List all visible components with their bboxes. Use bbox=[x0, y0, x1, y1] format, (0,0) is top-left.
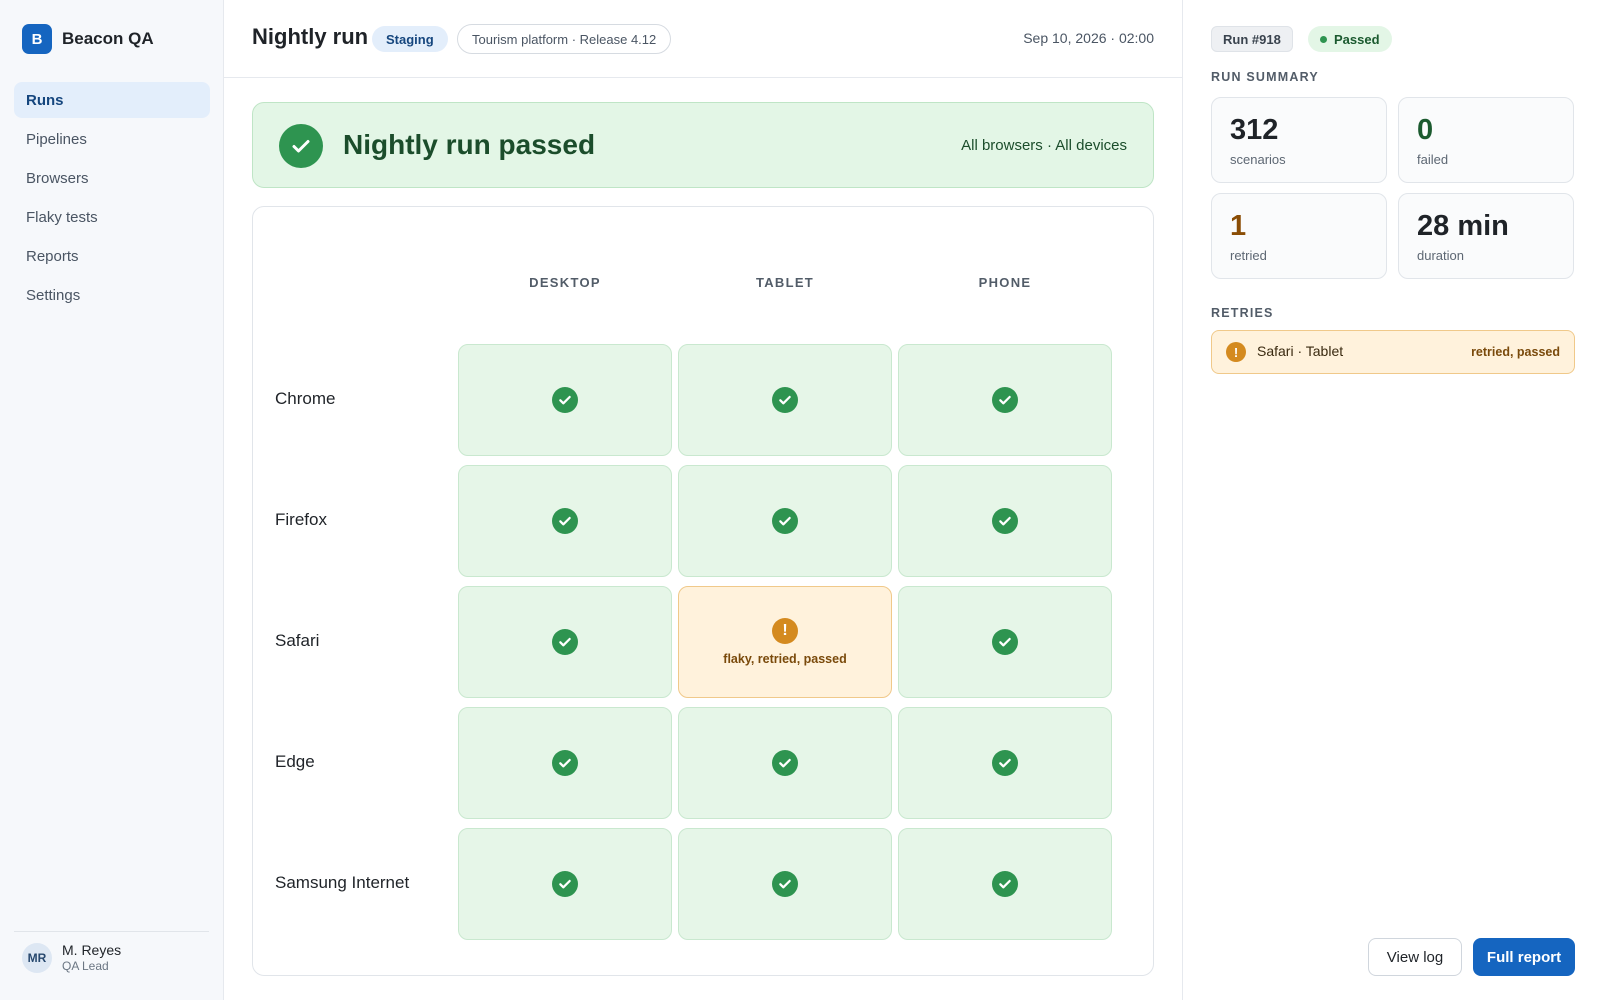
matrix-cell[interactable]: ! flaky, retried, passed bbox=[678, 586, 892, 698]
project-chip[interactable]: Tourism platform · Release 4.12 bbox=[457, 24, 672, 54]
run-status-label: Passed bbox=[1334, 31, 1380, 47]
check-icon bbox=[772, 750, 798, 776]
user-divider bbox=[14, 931, 209, 932]
stat-value: 0 bbox=[1417, 114, 1434, 146]
stat-duration: 28 min duration bbox=[1398, 193, 1574, 279]
status-dot-icon bbox=[1320, 35, 1327, 43]
matrix-cell[interactable] bbox=[898, 828, 1112, 940]
stat-value: 312 bbox=[1230, 114, 1279, 146]
user-profile[interactable]: MR M. Reyes QA Lead bbox=[22, 942, 121, 973]
matrix-cell[interactable] bbox=[458, 828, 672, 940]
check-icon bbox=[992, 629, 1018, 655]
user-name: M. Reyes bbox=[62, 942, 122, 958]
stat-value: 28 min bbox=[1417, 210, 1509, 242]
matrix-cell[interactable] bbox=[898, 586, 1112, 698]
user-info: M. Reyes QA Lead bbox=[62, 942, 121, 973]
row-label: Chrome bbox=[275, 389, 336, 408]
stat-label: retried bbox=[1230, 248, 1267, 263]
run-details-panel: Run #918 Passed RUN SUMMARY 312 scenario… bbox=[1182, 0, 1600, 1000]
retry-item[interactable]: ! Safari · Tablet retried, passed bbox=[1211, 330, 1575, 374]
check-icon bbox=[552, 750, 578, 776]
check-icon bbox=[992, 387, 1018, 413]
run-summary-title: RUN SUMMARY bbox=[1211, 70, 1319, 84]
sidebar-item-settings[interactable]: Settings bbox=[14, 277, 210, 313]
retry-name: Safari · Tablet bbox=[1257, 343, 1344, 359]
brand-name: Beacon QA bbox=[62, 29, 154, 48]
page-header: Nightly run Staging Tourism platform · R… bbox=[224, 0, 1182, 78]
column-header-phone: PHONE bbox=[978, 275, 1032, 290]
column-header-tablet: TABLET bbox=[755, 275, 815, 290]
stat-value: 1 bbox=[1230, 210, 1247, 242]
matrix-cell[interactable] bbox=[458, 707, 672, 819]
check-icon bbox=[552, 871, 578, 897]
stat-label: duration bbox=[1417, 248, 1464, 263]
stat-failed: 0 failed bbox=[1398, 97, 1574, 183]
sidebar-item-browsers[interactable]: Browsers bbox=[14, 160, 210, 196]
user-role: QA Lead bbox=[62, 959, 109, 973]
matrix-cell[interactable] bbox=[678, 707, 892, 819]
banner-title: Nightly run passed bbox=[343, 129, 596, 160]
warning-icon: ! bbox=[1226, 342, 1246, 362]
avatar: MR bbox=[22, 942, 52, 973]
sidebar-item-reports[interactable]: Reports bbox=[14, 238, 210, 274]
sidebar: B Beacon QA Runs Pipelines Browsers Flak… bbox=[0, 0, 224, 1000]
check-icon bbox=[552, 629, 578, 655]
row-label: Safari bbox=[275, 631, 320, 650]
page-title: Nightly run bbox=[252, 24, 369, 49]
check-icon bbox=[992, 871, 1018, 897]
stat-label: scenarios bbox=[1230, 152, 1286, 167]
check-icon bbox=[772, 871, 798, 897]
matrix-cell[interactable] bbox=[898, 465, 1112, 577]
retries-title: RETRIES bbox=[1211, 306, 1274, 320]
run-timestamp: Sep 10, 2026 · 02:00 bbox=[1023, 30, 1154, 46]
status-banner: Nightly run passed All browsers · All de… bbox=[252, 102, 1154, 188]
sidebar-nav: Runs Pipelines Browsers Flaky tests Repo… bbox=[14, 82, 210, 316]
stat-scenarios: 312 scenarios bbox=[1211, 97, 1387, 183]
environment-badge: Staging bbox=[372, 26, 448, 52]
view-log-button[interactable]: View log bbox=[1368, 938, 1462, 976]
matrix-cell[interactable] bbox=[678, 465, 892, 577]
matrix-cell[interactable] bbox=[458, 465, 672, 577]
check-icon bbox=[992, 508, 1018, 534]
row-label: Edge bbox=[275, 752, 315, 771]
check-icon bbox=[552, 387, 578, 413]
banner-scope: All browsers · All devices bbox=[961, 137, 1127, 154]
browser-device-matrix: DESKTOP TABLET PHONE Chrome Firefox Safari… bbox=[252, 206, 1154, 976]
matrix-cell[interactable] bbox=[678, 828, 892, 940]
matrix-cell[interactable] bbox=[898, 344, 1112, 456]
run-id-badge: Run #918 bbox=[1211, 26, 1293, 52]
cell-note: flaky, retried, passed bbox=[723, 652, 847, 666]
warning-icon: ! bbox=[772, 618, 798, 644]
row-label: Firefox bbox=[275, 510, 327, 529]
check-circle-icon bbox=[279, 124, 323, 168]
run-status-badge: Passed bbox=[1308, 26, 1392, 52]
matrix-cell[interactable] bbox=[898, 707, 1112, 819]
matrix-cell[interactable] bbox=[458, 344, 672, 456]
sidebar-item-runs[interactable]: Runs bbox=[14, 82, 210, 118]
sidebar-item-pipelines[interactable]: Pipelines bbox=[14, 121, 210, 157]
check-icon bbox=[772, 508, 798, 534]
row-label: Samsung Internet bbox=[275, 873, 410, 892]
stat-retried: 1 retried bbox=[1211, 193, 1387, 279]
check-icon bbox=[772, 387, 798, 413]
matrix-cell[interactable] bbox=[458, 586, 672, 698]
matrix-cell[interactable] bbox=[678, 344, 892, 456]
check-icon bbox=[552, 508, 578, 534]
retry-result: retried, passed bbox=[1471, 345, 1560, 359]
brand[interactable]: B Beacon QA bbox=[22, 24, 154, 54]
sidebar-item-flaky-tests[interactable]: Flaky tests bbox=[14, 199, 210, 235]
full-report-button[interactable]: Full report bbox=[1473, 938, 1575, 976]
column-header-desktop: DESKTOP bbox=[529, 275, 601, 290]
stat-label: failed bbox=[1417, 152, 1449, 167]
brand-logo: B bbox=[22, 24, 52, 54]
check-icon bbox=[992, 750, 1018, 776]
